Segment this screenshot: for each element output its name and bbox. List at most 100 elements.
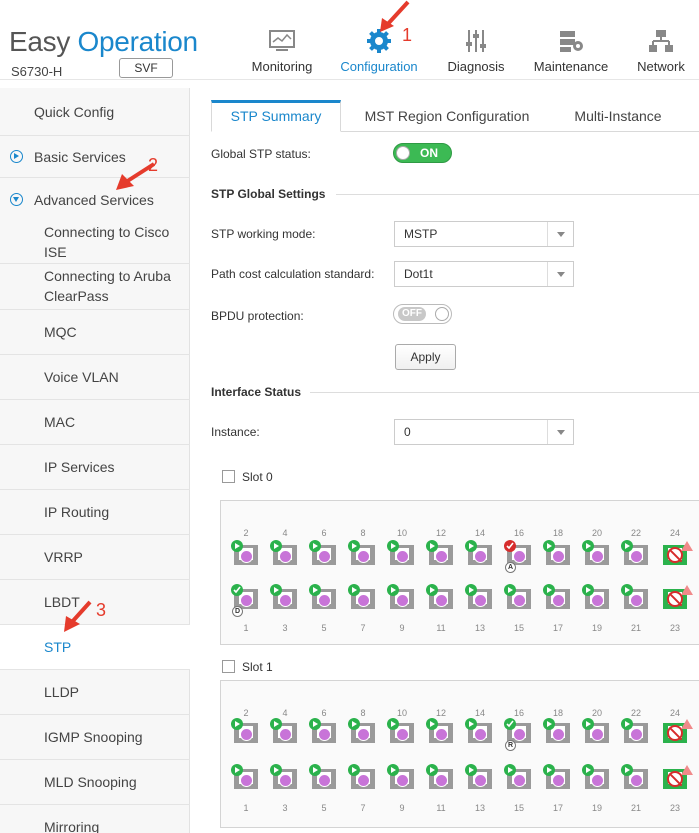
- tab-mst-region-configuration[interactable]: MST Region Configuration: [356, 100, 538, 132]
- port-4[interactable]: [270, 540, 297, 565]
- svf-button[interactable]: SVF: [119, 58, 173, 78]
- port-8[interactable]: [348, 718, 375, 743]
- top-header: Easy Operation S6730-H SVF Monitoring Co…: [0, 0, 699, 80]
- port-14[interactable]: [465, 718, 492, 743]
- port-16[interactable]: R: [504, 718, 531, 751]
- port-13[interactable]: [465, 764, 492, 789]
- forwarding-icon: [543, 764, 555, 776]
- sidebar-item-advanced-services[interactable]: Advanced Services: [0, 178, 190, 218]
- port-17[interactable]: [543, 764, 570, 789]
- port-9[interactable]: [387, 584, 414, 609]
- port-11[interactable]: [426, 764, 453, 789]
- check-icon: [231, 584, 243, 596]
- port-2[interactable]: [231, 540, 258, 565]
- forwarding-icon: [348, 718, 360, 730]
- port-21[interactable]: [621, 584, 648, 609]
- sidebar-item-mirroring[interactable]: Mirroring: [0, 805, 190, 833]
- tab-multi-instance[interactable]: Multi-Instance: [561, 100, 675, 132]
- port-15[interactable]: [504, 584, 531, 609]
- port-22[interactable]: [621, 540, 648, 565]
- annotation-arrow-3: [64, 600, 92, 632]
- port-5[interactable]: [309, 764, 336, 789]
- port-12[interactable]: [426, 540, 453, 565]
- instance-select[interactable]: 0: [394, 419, 574, 445]
- port-number: 17: [552, 803, 563, 813]
- port-20[interactable]: [582, 540, 609, 565]
- port-12[interactable]: [426, 718, 453, 743]
- sidebar-item-ip-routing[interactable]: IP Routing: [0, 490, 190, 535]
- port-19[interactable]: [582, 584, 609, 609]
- port-19[interactable]: [582, 764, 609, 789]
- bpdu-protection-toggle[interactable]: OFF: [393, 304, 452, 324]
- port-1[interactable]: D: [231, 584, 258, 617]
- stp-role-icon: [591, 594, 604, 607]
- port-1[interactable]: [231, 764, 258, 789]
- network-topology-icon: [649, 30, 673, 52]
- port-24[interactable]: [663, 719, 693, 743]
- port-20[interactable]: [582, 718, 609, 743]
- sidebar-item-stp[interactable]: STP: [0, 625, 190, 670]
- sidebar-item-quick-config[interactable]: Quick Config: [0, 88, 190, 136]
- port-role-badge: R: [505, 740, 516, 751]
- port-4[interactable]: [270, 718, 297, 743]
- port-10[interactable]: [387, 718, 414, 743]
- port-3[interactable]: [270, 764, 297, 789]
- forwarding-icon: [621, 540, 633, 552]
- port-18[interactable]: [543, 540, 570, 565]
- tab-stp-summary[interactable]: STP Summary: [211, 100, 341, 132]
- nav-diagnosis[interactable]: Diagnosis: [440, 0, 512, 80]
- port-number: 21: [630, 803, 641, 813]
- slot-1-checkbox[interactable]: [222, 660, 235, 673]
- sidebar-item-vrrp[interactable]: VRRP: [0, 535, 190, 580]
- nav-monitoring[interactable]: Monitoring: [240, 0, 324, 80]
- sidebar-item-lbdt[interactable]: LBDT: [0, 580, 190, 625]
- port-22[interactable]: [621, 718, 648, 743]
- working-mode-select[interactable]: MSTP: [394, 221, 574, 247]
- expand-down-icon: [10, 193, 23, 206]
- port-18[interactable]: [543, 718, 570, 743]
- port-21[interactable]: [621, 764, 648, 789]
- sidebar-item-aruba-clearpass[interactable]: Connecting to Aruba ClearPass: [0, 264, 190, 310]
- port-24[interactable]: [663, 541, 693, 565]
- sidebar-item-voice-vlan[interactable]: Voice VLAN: [0, 355, 190, 400]
- port-23[interactable]: [663, 765, 693, 789]
- port-13[interactable]: [465, 584, 492, 609]
- global-stp-status-toggle[interactable]: ON: [393, 143, 452, 163]
- apply-button[interactable]: Apply: [395, 344, 456, 370]
- port-3[interactable]: [270, 584, 297, 609]
- port-8[interactable]: [348, 540, 375, 565]
- sidebar-item-mac[interactable]: MAC: [0, 400, 190, 445]
- nav-maintenance[interactable]: Maintenance: [528, 0, 614, 80]
- sidebar-item-igmp-snooping[interactable]: IGMP Snooping: [0, 715, 190, 760]
- sidebar-item-mqc[interactable]: MQC: [0, 310, 190, 355]
- port-14[interactable]: [465, 540, 492, 565]
- port-2[interactable]: [231, 718, 258, 743]
- port-7[interactable]: [348, 584, 375, 609]
- forwarding-icon: [270, 584, 282, 596]
- sidebar-item-mld-snooping[interactable]: MLD Snooping: [0, 760, 190, 805]
- port-number: 14: [474, 708, 485, 718]
- port-7[interactable]: [348, 764, 375, 789]
- port-15[interactable]: [504, 764, 531, 789]
- forwarding-icon: [621, 718, 633, 730]
- port-16[interactable]: A: [504, 540, 531, 573]
- sidebar-item-lldp[interactable]: LLDP: [0, 670, 190, 715]
- port-number: 4: [282, 708, 288, 718]
- sidebar-item-cisco-ise[interactable]: Connecting to Cisco ISE: [0, 218, 190, 264]
- port-11[interactable]: [426, 584, 453, 609]
- port-5[interactable]: [309, 584, 336, 609]
- slot-0-checkbox[interactable]: [222, 470, 235, 483]
- port-number: 10: [396, 708, 407, 718]
- port-23[interactable]: [663, 585, 693, 609]
- port-6[interactable]: [309, 718, 336, 743]
- port-17[interactable]: [543, 584, 570, 609]
- sidebar-item-ip-services[interactable]: IP Services: [0, 445, 190, 490]
- nav-network[interactable]: Network: [630, 0, 692, 80]
- expand-right-icon: [10, 150, 23, 163]
- port-number: 5: [321, 623, 327, 633]
- port-6[interactable]: [309, 540, 336, 565]
- port-10[interactable]: [387, 540, 414, 565]
- sidebar-item-basic-services[interactable]: Basic Services: [0, 136, 190, 178]
- port-9[interactable]: [387, 764, 414, 789]
- path-cost-select[interactable]: Dot1t: [394, 261, 574, 287]
